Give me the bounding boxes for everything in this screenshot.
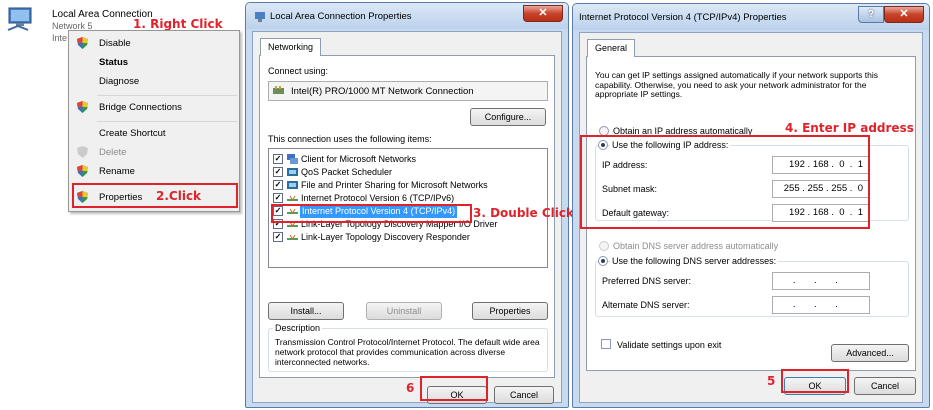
alternate-dns-label: Alternate DNS server: bbox=[602, 300, 690, 310]
menu-label: Delete bbox=[99, 147, 127, 158]
connect-using-label: Connect using: bbox=[268, 66, 329, 76]
checkbox[interactable]: ✓ bbox=[273, 232, 283, 242]
close-button[interactable]: ✕ bbox=[523, 5, 563, 22]
menu-separator bbox=[97, 95, 237, 96]
menu-item-delete: Delete bbox=[69, 142, 239, 162]
checkbox[interactable]: ✓ bbox=[273, 180, 283, 190]
menu-item-diagnose[interactable]: Diagnose bbox=[69, 71, 239, 91]
protocol-icon bbox=[287, 234, 298, 240]
window-title: Internet Protocol Version 4 (TCP/IPv4) P… bbox=[579, 12, 787, 23]
description-text: Transmission Control Protocol/Internet P… bbox=[275, 337, 540, 367]
description-title: Description bbox=[273, 323, 323, 333]
shield-icon bbox=[77, 165, 88, 177]
list-item-label: Internet Protocol Version 6 (TCP/IPv6) bbox=[301, 193, 455, 203]
service-icon bbox=[287, 168, 298, 176]
menu-item-rename[interactable]: Rename bbox=[69, 161, 239, 181]
list-item[interactable]: ✓ Link-Layer Topology Discovery Responde… bbox=[271, 231, 545, 244]
shield-icon bbox=[77, 146, 88, 158]
annotation-click: 2.Click bbox=[156, 189, 202, 203]
manual-dns-label: Use the following DNS server addresses: bbox=[610, 256, 779, 266]
menu-item-create-shortcut[interactable]: Create Shortcut bbox=[69, 123, 239, 143]
highlight-ok-button-ipv4 bbox=[781, 369, 849, 393]
checkbox[interactable]: ✓ bbox=[273, 154, 283, 164]
adapter-name: Intel(R) PRO/1000 MT Network Connection bbox=[291, 86, 474, 97]
auto-dns-label: Obtain DNS server address automatically bbox=[613, 241, 779, 251]
network-adapter-icon bbox=[6, 6, 34, 32]
dns-group: Use the following DNS server addresses: … bbox=[595, 256, 909, 317]
close-button[interactable]: ✕ bbox=[884, 6, 924, 23]
help-icon: ? bbox=[867, 9, 875, 20]
items-label: This connection uses the following items… bbox=[268, 134, 432, 144]
close-icon: ✕ bbox=[899, 8, 909, 20]
preferred-dns-label: Preferred DNS server: bbox=[602, 276, 692, 286]
validate-checkbox[interactable] bbox=[601, 339, 611, 349]
service-icon bbox=[287, 181, 298, 189]
list-item[interactable]: ✓ Client for Microsoft Networks bbox=[271, 153, 545, 166]
close-icon: ✕ bbox=[538, 7, 548, 19]
shield-icon bbox=[77, 37, 88, 49]
list-item[interactable]: ✓ QoS Packet Scheduler bbox=[271, 166, 545, 179]
network-icon bbox=[255, 12, 265, 22]
adapter-icon bbox=[273, 86, 284, 94]
install-button[interactable]: Install... bbox=[268, 302, 344, 320]
menu-item-status[interactable]: Status bbox=[69, 52, 239, 72]
title-bar: Local Area Connection Properties ✕ bbox=[246, 3, 568, 29]
list-item-label: QoS Packet Scheduler bbox=[301, 167, 393, 177]
annotation-right-click: 1. Right Click bbox=[133, 17, 223, 31]
highlight-ok-button-lac bbox=[420, 376, 488, 401]
menu-label: Rename bbox=[99, 166, 135, 177]
list-item-label: Link-Layer Topology Discovery Responder bbox=[301, 232, 470, 242]
menu-item-disable[interactable]: Disable bbox=[69, 33, 239, 53]
configure-button[interactable]: Configure... bbox=[470, 108, 546, 126]
cancel-button[interactable]: Cancel bbox=[494, 386, 554, 404]
intro-text: You can get IP settings assigned automat… bbox=[595, 70, 879, 99]
highlight-ip-settings bbox=[580, 135, 870, 229]
list-item-label: File and Printer Sharing for Microsoft N… bbox=[301, 180, 488, 190]
help-button[interactable]: ? bbox=[858, 6, 884, 23]
protocol-icon bbox=[287, 195, 298, 201]
alternate-dns-field[interactable]: . . . bbox=[772, 296, 870, 314]
window-title: Local Area Connection Properties bbox=[270, 11, 412, 22]
menu-label: Create Shortcut bbox=[99, 128, 166, 139]
radio-manual-dns[interactable] bbox=[598, 256, 608, 266]
annotation-double-click: 3. Double Click bbox=[473, 206, 574, 220]
preferred-dns-field[interactable]: . . . bbox=[772, 272, 870, 290]
radio-auto-dns bbox=[599, 241, 609, 251]
annotation-step-6: 6 bbox=[406, 381, 415, 395]
list-item-label: Client for Microsoft Networks bbox=[301, 154, 417, 164]
menu-separator bbox=[97, 121, 237, 122]
validate-label: Validate settings upon exit bbox=[617, 340, 722, 350]
description-group: Description Transmission Control Protoco… bbox=[268, 323, 548, 372]
list-item[interactable]: ✓ File and Printer Sharing for Microsoft… bbox=[271, 179, 545, 192]
client-network-icon bbox=[287, 154, 298, 164]
advanced-button[interactable]: Advanced... bbox=[831, 344, 909, 362]
adapter-box: Intel(R) PRO/1000 MT Network Connection bbox=[268, 81, 548, 101]
menu-label: Diagnose bbox=[99, 76, 140, 87]
tab-general[interactable]: General bbox=[587, 39, 636, 57]
highlight-ipv4-item bbox=[271, 204, 472, 223]
menu-label: Bridge Connections bbox=[99, 102, 182, 113]
properties-button[interactable]: Properties bbox=[472, 302, 548, 320]
uninstall-button: Uninstall bbox=[366, 302, 442, 320]
menu-label: Status bbox=[99, 57, 129, 68]
cancel-button[interactable]: Cancel bbox=[854, 377, 916, 395]
checkbox[interactable]: ✓ bbox=[273, 193, 283, 203]
annotation-enter-ip: 4. Enter IP address bbox=[785, 121, 914, 135]
menu-label: Disable bbox=[99, 38, 131, 49]
connection-adapter: Inte bbox=[52, 33, 68, 43]
checkbox[interactable]: ✓ bbox=[273, 167, 283, 177]
highlight-properties-menu bbox=[72, 183, 238, 208]
tab-networking[interactable]: Networking bbox=[260, 38, 322, 56]
shield-icon bbox=[77, 101, 88, 113]
title-bar: Internet Protocol Version 4 (TCP/IPv4) P… bbox=[573, 4, 929, 30]
annotation-step-5: 5 bbox=[767, 374, 776, 388]
menu-item-bridge-connections[interactable]: Bridge Connections bbox=[69, 97, 239, 117]
